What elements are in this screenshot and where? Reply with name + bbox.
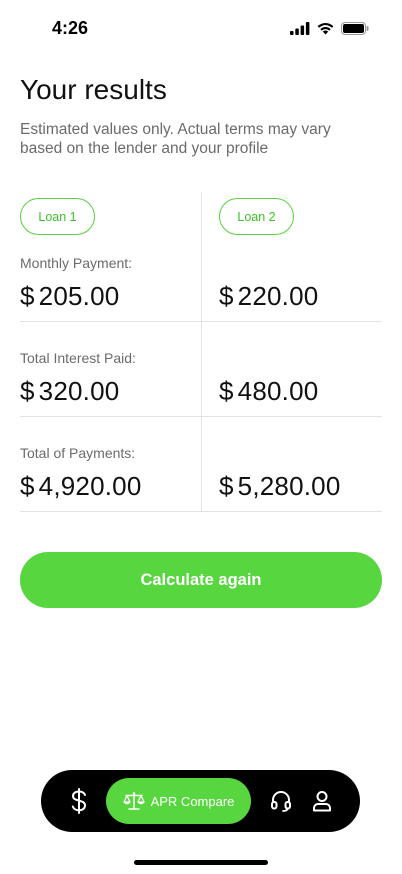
currency-symbol: $ xyxy=(219,281,234,311)
results-screen: 4:26 Your results Estimated values only.… xyxy=(0,0,402,874)
total-interest-row: Total Interest Paid: $320.00 $480.00 xyxy=(20,322,382,417)
scale-icon xyxy=(122,792,145,810)
currency-symbol: $ xyxy=(20,376,35,406)
calculate-again-button[interactable]: Calculate again xyxy=(20,552,382,608)
wifi-icon xyxy=(317,23,334,35)
page-title: Your results xyxy=(20,74,167,105)
monthly-payment-label: Monthly Payment: xyxy=(20,255,133,271)
status-icons xyxy=(290,22,369,35)
value: 220.00 xyxy=(237,281,319,311)
nav-apr-compare-label: APR Compare xyxy=(150,793,235,809)
dollar-icon xyxy=(71,788,87,814)
loan-1-monthly-payment: $205.00 xyxy=(20,281,119,312)
nav-apr-compare[interactable]: APR Compare xyxy=(106,778,251,824)
value: 205.00 xyxy=(38,281,120,311)
results-table: Loan 1 Loan 2 Monthly Payment: $205.00 $… xyxy=(20,192,382,512)
total-payments-label: Total of Payments: xyxy=(20,445,136,461)
page-subtitle: Estimated values only. Actual terms may … xyxy=(20,121,331,157)
status-time: 4:26 xyxy=(52,18,89,38)
nav-support[interactable] xyxy=(265,770,297,832)
currency-symbol: $ xyxy=(20,471,35,501)
cellular-signal-icon xyxy=(290,22,310,35)
nav-profile[interactable] xyxy=(306,770,338,832)
loan-2-total-interest: $480.00 xyxy=(219,376,318,407)
total-interest-label: Total Interest Paid: xyxy=(20,350,136,366)
value: 480.00 xyxy=(237,376,319,406)
bottom-nav: APR Compare xyxy=(41,770,360,832)
home-indicator xyxy=(134,860,268,865)
status-bar: 4:26 xyxy=(0,0,402,56)
currency-symbol: $ xyxy=(20,281,35,311)
monthly-payment-row: Monthly Payment: $205.00 $220.00 xyxy=(20,227,382,322)
nav-dollar[interactable] xyxy=(63,770,95,832)
headset-icon xyxy=(271,791,291,812)
battery-icon xyxy=(341,22,369,35)
loan-1-total-payments: $4,920.00 xyxy=(20,471,141,502)
loan-1-total-interest: $320.00 xyxy=(20,376,119,407)
value: 320.00 xyxy=(38,376,120,406)
currency-symbol: $ xyxy=(219,376,234,406)
loan-2-monthly-payment: $220.00 xyxy=(219,281,318,312)
value: 5,280.00 xyxy=(237,471,341,501)
user-icon xyxy=(313,791,331,812)
value: 4,920.00 xyxy=(38,471,142,501)
total-payments-row: Total of Payments: $4,920.00 $5,280.00 xyxy=(20,417,382,512)
currency-symbol: $ xyxy=(219,471,234,501)
loan-2-total-payments: $5,280.00 xyxy=(219,471,340,502)
